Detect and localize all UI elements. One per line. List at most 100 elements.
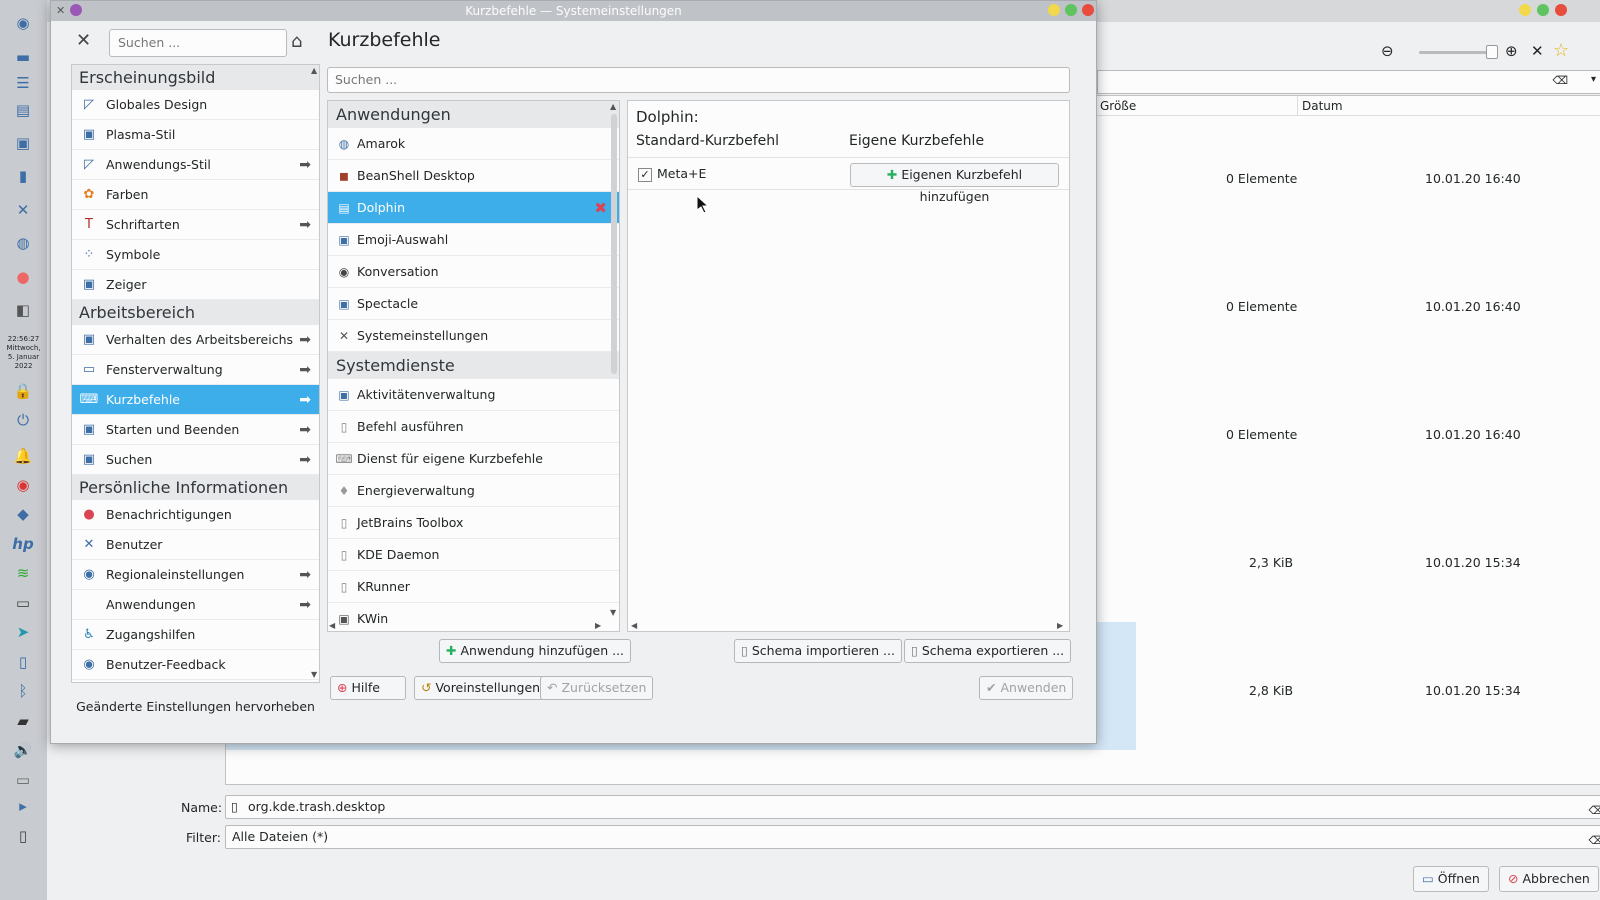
add-application-button[interactable]: ✚ Anwendung hinzufügen ... [439, 639, 632, 663]
sidebar-item-verhalten-des-arbeitsbereichs[interactable]: ▣ Verhalten des Arbeitsbereichs ➡ [72, 325, 319, 355]
scroll-right-icon[interactable]: ▶ [595, 621, 601, 630]
list-item[interactable]: ◍ Amarok [328, 128, 619, 160]
cancel-button[interactable]: ⊘ Abbrechen [1499, 866, 1599, 892]
launcher-icon[interactable]: ◉ [11, 12, 35, 34]
close-icon[interactable] [1082, 4, 1094, 16]
wifi-icon[interactable]: ≋ [11, 562, 35, 584]
system-monitor-icon[interactable]: ◍ [11, 232, 35, 254]
sidebar[interactable]: Erscheinungsbild ◸ Globales Design ▣ Plasma-… [71, 64, 320, 683]
sidebar-item-benutzer[interactable]: ✕ Benutzer [72, 530, 319, 560]
scroll-down-icon[interactable]: ▼ [311, 670, 317, 679]
sidebar-item-schriftarten[interactable]: T Schriftarten ➡ [72, 210, 319, 240]
power-icon[interactable]: ⏻ [11, 409, 35, 431]
settings-window-icon[interactable]: ▣ [11, 132, 35, 154]
volume-icon[interactable]: 🔊 [11, 739, 35, 761]
help-button[interactable]: ⊕ Hilfe [330, 676, 406, 700]
tools-icon[interactable]: ✕ [11, 199, 35, 221]
remove-icon[interactable]: ✖ [594, 192, 607, 224]
detail-horizontal-scrollbar[interactable]: ◀ ▶ [627, 620, 1070, 632]
filter-field[interactable]: Alle Dateien (*) ⌫ ▾ [225, 825, 1600, 849]
applist-vertical-scrollbar[interactable]: ▲ ▼ [608, 100, 620, 620]
sidebar-item-anwendungen[interactable]: Anwendungen ➡ [72, 590, 319, 620]
home-icon[interactable]: ⌂ [291, 31, 302, 52]
sidebar-item-globales-design[interactable]: ◸ Globales Design [72, 90, 319, 120]
usb-icon[interactable]: ▰ [11, 710, 35, 732]
close-icon[interactable] [1555, 4, 1567, 16]
scroll-down-icon[interactable]: ▼ [610, 608, 616, 617]
screenshot-icon[interactable]: ◧ [11, 299, 35, 321]
list-item[interactable]: ▯ JetBrains Toolbox [328, 507, 619, 539]
list-item[interactable]: ▯ KDE Daemon [328, 539, 619, 571]
sidebar-item-zugangshilfen[interactable]: ♿ Zugangshilfen [72, 620, 319, 650]
applist-horizontal-scrollbar[interactable]: ◀ ▶ [327, 620, 608, 632]
desktop-icon[interactable]: ▬ [11, 46, 35, 68]
bluetooth-icon[interactable]: ᛒ [11, 680, 35, 702]
clear-icon[interactable]: ⌫ [1588, 830, 1600, 852]
expand-tray-icon[interactable]: ▸ [11, 795, 35, 817]
add-custom-shortcut-button[interactable]: ✚ Eigenen Kurzbefehl hinzufügen [850, 163, 1059, 204]
hp-icon[interactable]: hp [11, 533, 35, 555]
sidebar-item-farben[interactable]: ✿ Farben [72, 180, 319, 210]
terminal-icon[interactable]: ▮ [11, 165, 35, 187]
column-date[interactable]: Datum [1298, 96, 1600, 116]
clock[interactable]: 22:56:27 Mittwoch, 5. Januar 2022 [2, 335, 45, 371]
list-item[interactable]: ⌨ Dienst für eigene Kurzbefehle [328, 443, 619, 475]
notes-icon[interactable]: ▤ [11, 99, 35, 121]
minimize-icon[interactable] [1048, 4, 1060, 16]
maximize-icon[interactable] [1537, 4, 1549, 16]
pager-icon[interactable]: ☰ [11, 72, 35, 94]
open-button[interactable]: ▭ Öffnen [1413, 866, 1489, 892]
list-item[interactable]: ▣ Spectacle [328, 288, 619, 320]
application-list[interactable]: Anwendungen ◍ Amarok ◼ BeanShell Desktop ▤ Dol… [327, 100, 620, 632]
list-item[interactable]: ▯ KRunner [328, 571, 619, 603]
app-menu-icon[interactable]: ✕ [56, 1, 65, 21]
defaults-button[interactable]: ↺ Voreinstellungen [414, 676, 548, 700]
dropbox-icon[interactable]: ◆ [11, 503, 35, 525]
list-item[interactable]: ◼ BeanShell Desktop [328, 160, 619, 192]
pin-icon[interactable] [70, 4, 82, 16]
clear-icon[interactable]: ⌫ [1588, 800, 1600, 822]
tools-menu-icon[interactable]: ✕ [1531, 42, 1544, 60]
maximize-icon[interactable] [1065, 4, 1077, 16]
shortcut-search-input[interactable]: Suchen ... [327, 67, 1070, 93]
bell-icon[interactable]: 🔔 [11, 445, 35, 467]
scroll-right-icon[interactable]: ▶ [1057, 621, 1063, 630]
list-item[interactable]: ▤ Dolphin ✖ [328, 192, 619, 224]
printer-icon[interactable]: ▭ [11, 592, 35, 614]
sidebar-item-zeiger[interactable]: ▣ Zeiger [72, 270, 319, 300]
scroll-up-icon[interactable]: ▲ [610, 102, 616, 111]
sidebar-item-plasma-stil[interactable]: ▣ Plasma-Stil [72, 120, 319, 150]
sidebar-item-fensterverwaltung[interactable]: ▭ Fensterverwaltung ➡ [72, 355, 319, 385]
list-item[interactable]: ✕ Systemeinstellungen [328, 320, 619, 352]
window-titlebar[interactable]: ✕ Kurzbefehle — Systemeinstellungen [51, 1, 1096, 21]
export-scheme-button[interactable]: ▯ Schema exportieren ... [904, 639, 1072, 663]
minimize-icon[interactable] [1519, 4, 1531, 16]
column-size[interactable]: Größe [1096, 96, 1298, 116]
list-item[interactable]: ◉ Konversation [328, 256, 619, 288]
sidebar-scrollbar[interactable]: ▲ ▼ [308, 64, 320, 683]
firefox-icon[interactable]: ● [11, 266, 35, 288]
sidebar-item-benachrichtigungen[interactable]: ● Benachrichtigungen [72, 500, 319, 530]
scroll-thumb[interactable] [611, 114, 617, 374]
scroll-left-icon[interactable]: ◀ [631, 621, 637, 630]
scroll-left-icon[interactable]: ◀ [329, 621, 335, 630]
sidebar-item-anwendungs-stil[interactable]: ◸ Anwendungs-Stil ➡ [72, 150, 319, 180]
sidebar-item-suchen[interactable]: ▣ Suchen ➡ [72, 445, 319, 475]
sidebar-item-regionaleinstellungen[interactable]: ◉ Regionaleinstellungen ➡ [72, 560, 319, 590]
configure-icon[interactable]: ✕ [76, 30, 91, 51]
clear-icon[interactable]: ⌫ [1552, 74, 1568, 87]
list-item[interactable]: ▯ Befehl ausführen [328, 411, 619, 443]
zoom-out-icon[interactable]: ⊖ [1381, 42, 1394, 60]
highlight-changes-button[interactable]: Geänderte Einstellungen hervorheben [71, 691, 320, 723]
sidebar-item-starten-und-beenden[interactable]: ▣ Starten und Beenden ➡ [72, 415, 319, 445]
sidebar-search-input[interactable]: Suchen ... [109, 29, 287, 57]
lock-icon[interactable]: 🔒 [11, 380, 35, 402]
apply-button[interactable]: ✔ Anwenden [979, 676, 1074, 700]
sidebar-item-symbole[interactable]: ⁘ Symbole [72, 240, 319, 270]
location-bar[interactable]: ⌫ ▾ ✔ [1097, 70, 1600, 94]
scroll-up-icon[interactable]: ▲ [311, 66, 317, 75]
list-item[interactable]: ♦ Energieverwaltung [328, 475, 619, 507]
sidebar-item-kurzbefehle[interactable]: ⌨ Kurzbefehle ➡ [72, 385, 319, 415]
keyboard-tray-icon[interactable]: ▭ [11, 769, 35, 791]
name-field[interactable]: ▯ org.kde.trash.desktop ⌫ ▾ [225, 795, 1600, 819]
